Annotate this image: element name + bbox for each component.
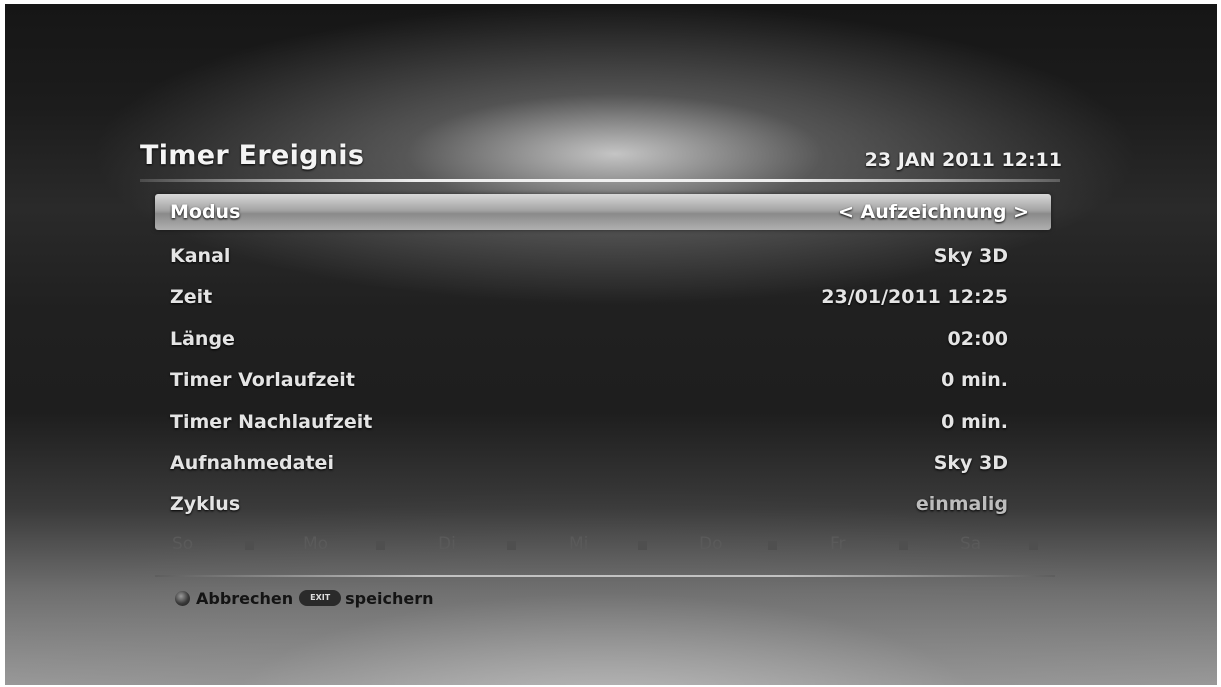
menu-item-label: Modus [170,201,241,223]
exit-key-icon: EXIT [299,590,342,606]
menu-item-value: einmalig [915,493,1008,516]
weekday-mi: Mi [569,534,589,554]
weekday-checkbox-di [507,541,516,550]
weekday-sa: Sa [960,534,982,554]
weekday-fr: Fr [830,534,846,554]
menu-item-zeit[interactable]: Zeit 23/01/2011 12:25 [155,276,1051,317]
weekday-checkbox-so [245,541,254,550]
menu-item-modus[interactable]: Modus < Aufzeichnung > [155,194,1051,230]
menu-item-value: 0 min. [941,369,1008,392]
weekday-selector: So Mo Di Mi Do Fr Sa [170,534,1046,558]
page-title: Timer Ereignis [140,140,365,171]
menu-item-value: 23/01/2011 12:25 [821,286,1008,309]
menu-item-label: Timer Nachlaufzeit [170,410,373,433]
weekday-checkbox-mi [638,541,647,550]
menu-item-value[interactable]: < Aufzeichnung > [838,201,1029,223]
menu-item-label: Aufnahmedatei [170,451,334,474]
menu-item-zyklus[interactable]: Zyklus einmalig [155,483,1051,524]
menu-item-kanal[interactable]: Kanal Sky 3D [155,235,1051,276]
menu-item-label: Zeit [170,286,213,309]
header-divider [140,179,1060,182]
red-button-icon [175,590,190,606]
weekday-so: So [172,534,194,554]
menu-item-value: 0 min. [941,410,1008,433]
cancel-label[interactable]: Abbrechen [196,589,293,608]
footer-divider [155,575,1055,577]
menu-item-timer-nachlaufzeit[interactable]: Timer Nachlaufzeit 0 min. [155,401,1051,442]
menu-item-label: Länge [170,327,235,350]
menu-item-timer-vorlaufzeit[interactable]: Timer Vorlaufzeit 0 min. [155,359,1051,400]
weekday-checkbox-fr [899,541,908,550]
weekday-mo: Mo [303,534,329,554]
weekday-checkbox-mo [376,541,385,550]
menu-item-label: Zyklus [170,493,241,516]
key-legend: Abbrechen EXIT speichern [175,586,433,610]
menu-item-value: 02:00 [947,327,1008,350]
weekday-checkbox-do [768,541,777,550]
weekday-di: Di [438,534,456,554]
menu-item-aufnahmedatei[interactable]: Aufnahmedatei Sky 3D [155,442,1051,483]
weekday-checkbox-sa [1029,541,1038,550]
current-datetime: 23 JAN 2011 12:11 [864,149,1062,171]
tv-screen: Timer Ereignis 23 JAN 2011 12:11 Modus <… [5,4,1217,685]
menu-item-value: Sky 3D [933,451,1008,474]
menu-item-label: Kanal [170,245,231,267]
timer-settings-menu: Modus < Aufzeichnung > Kanal Sky 3D Zeit… [155,194,1051,525]
menu-item-laenge[interactable]: Länge 02:00 [155,318,1051,359]
menu-item-label: Timer Vorlaufzeit [170,369,355,392]
weekday-do: Do [699,534,723,554]
menu-item-value: Sky 3D [933,245,1008,267]
save-label[interactable]: speichern [345,589,433,608]
